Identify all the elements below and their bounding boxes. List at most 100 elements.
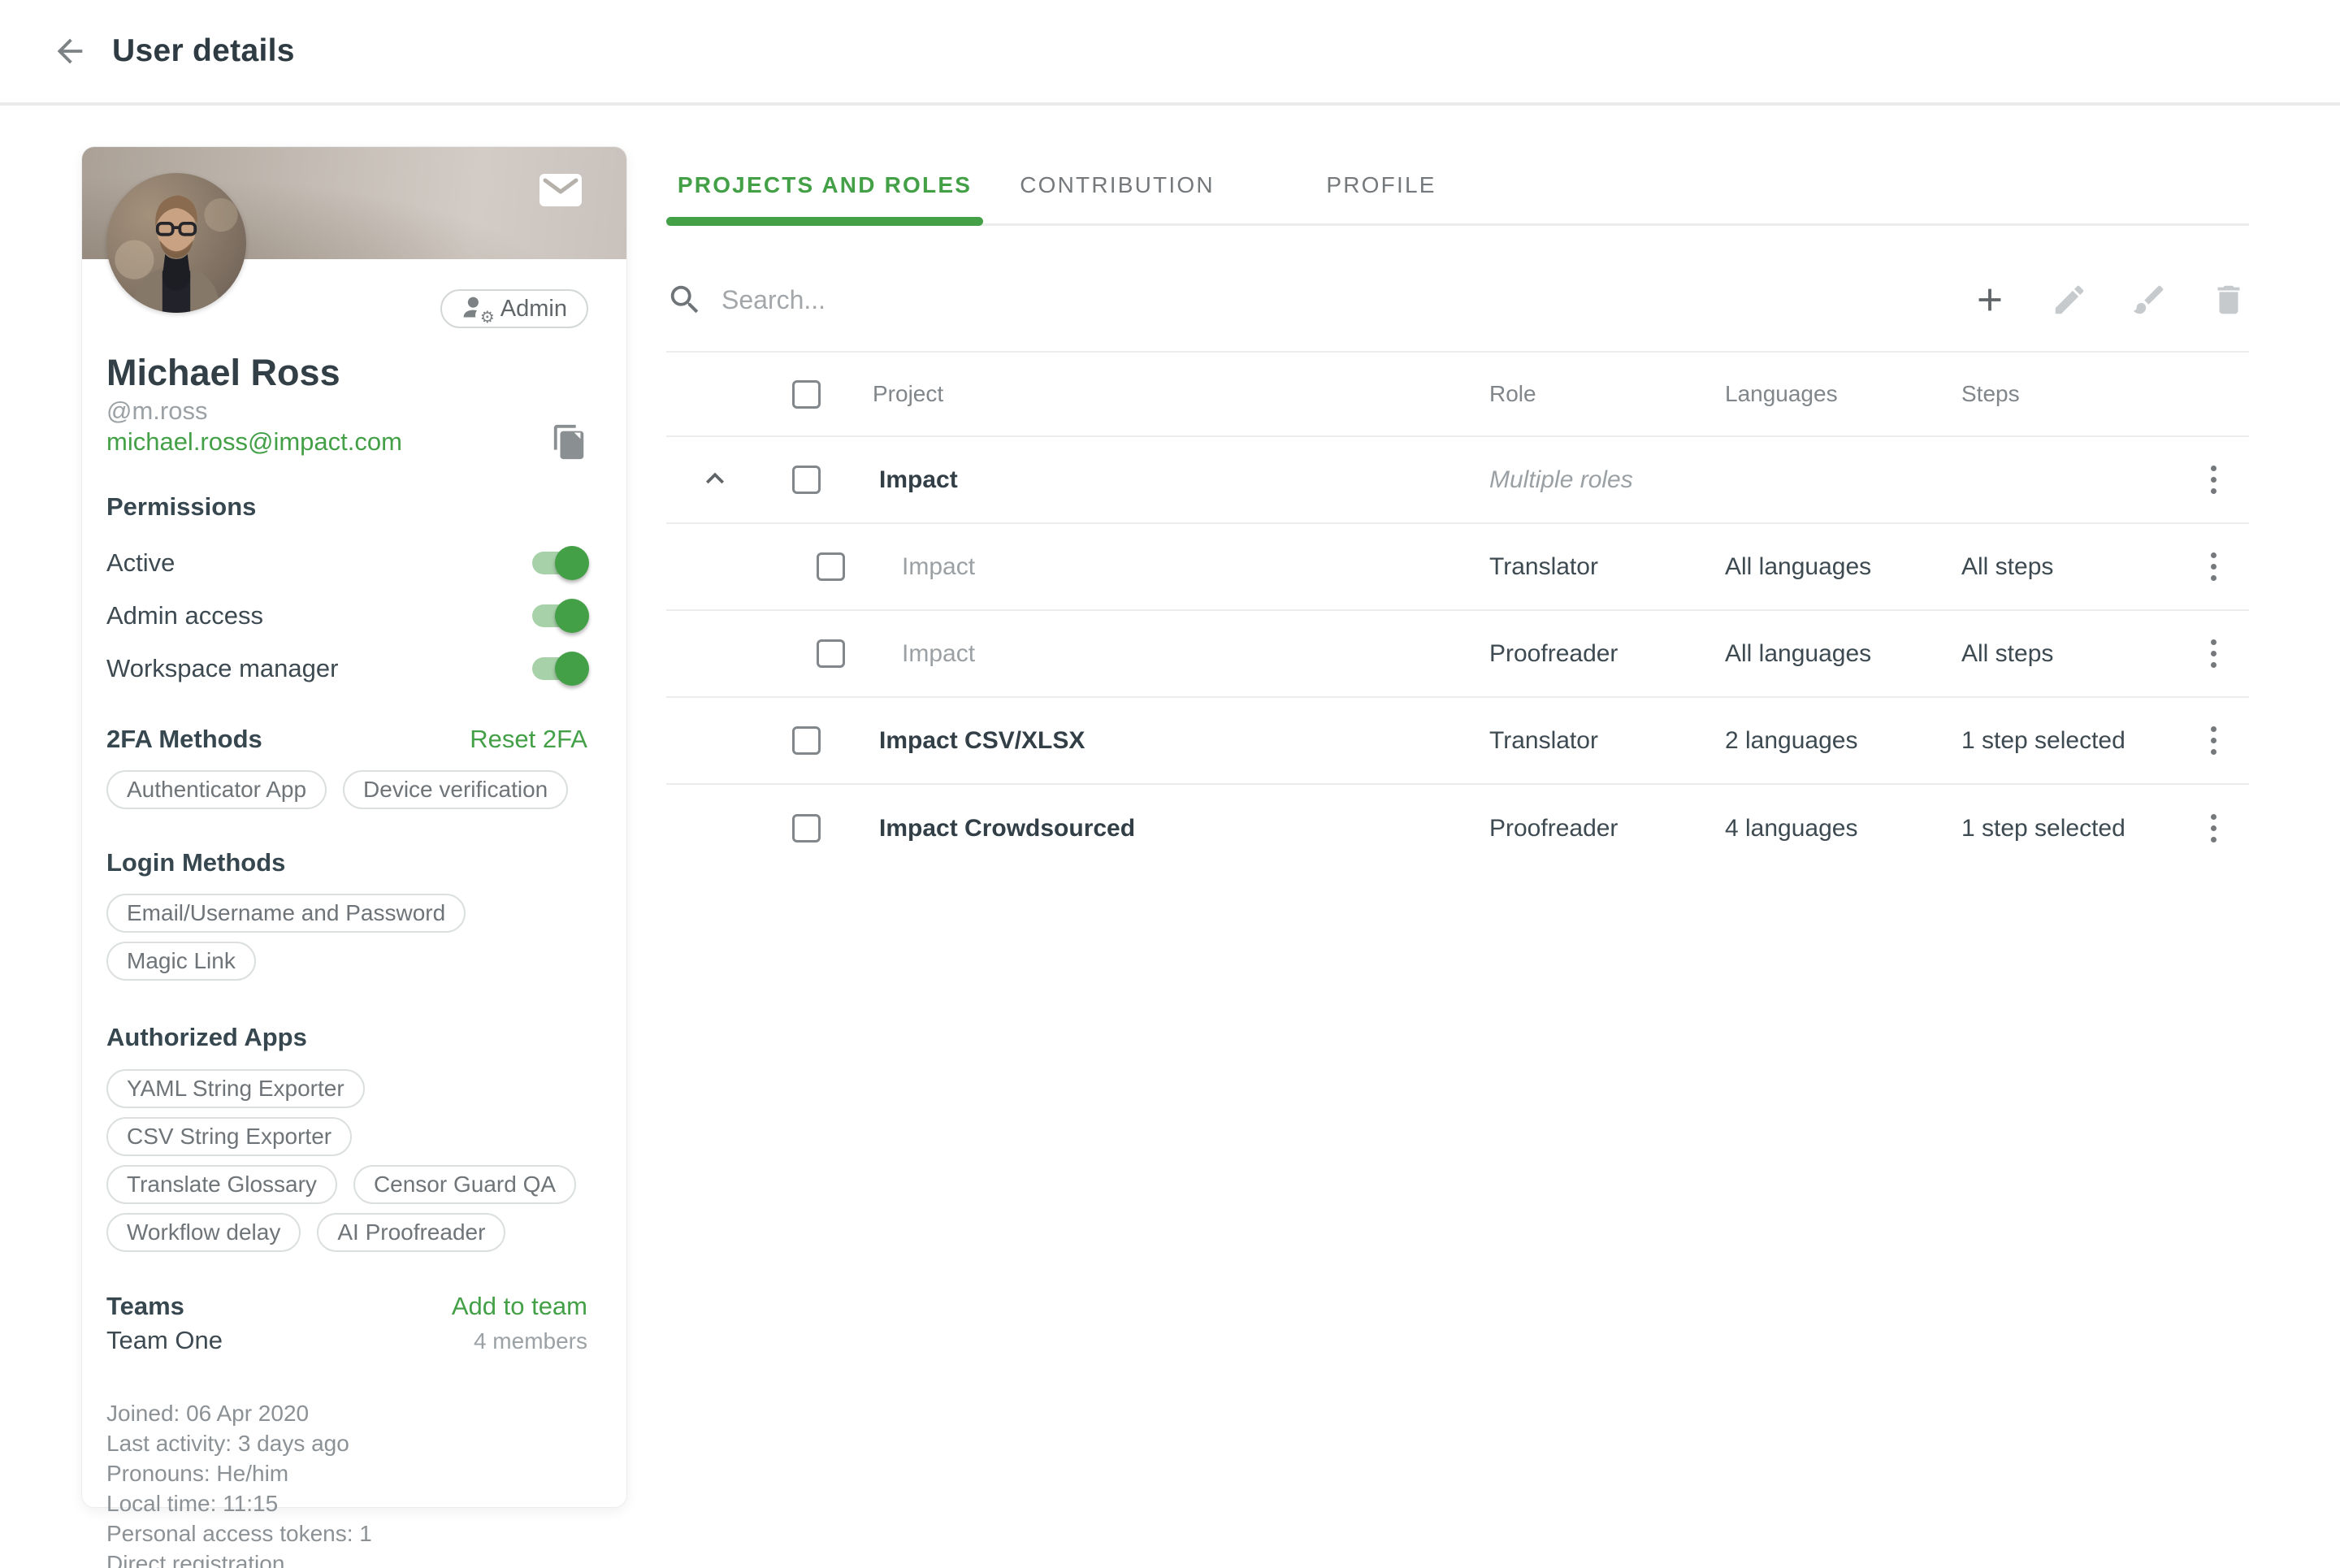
edit-button[interactable] — [2051, 280, 2090, 319]
back-button[interactable] — [47, 28, 93, 74]
user-details-page: User details — [0, 0, 2340, 1568]
cell-role: Multiple roles — [1489, 466, 1725, 494]
arrow-left-icon — [51, 32, 89, 70]
user-username: @m.ross — [106, 396, 587, 426]
row-menu-icon[interactable] — [2204, 633, 2223, 674]
row-menu-icon[interactable] — [2204, 546, 2223, 587]
page-title: User details — [112, 33, 295, 69]
mail-icon[interactable] — [537, 170, 584, 210]
chip-translate-glossary: Translate Glossary — [106, 1165, 337, 1204]
cell-project: Impact CSV/XLSX — [845, 727, 1489, 755]
row-menu-icon[interactable] — [2204, 808, 2223, 849]
table-row-impact-2: ImpactProofreaderAll languagesAll steps — [666, 611, 2249, 698]
table-row-impact-0: ImpactMultiple roles — [666, 437, 2249, 524]
admin-badge-label: Admin — [500, 296, 567, 323]
row-menu-icon[interactable] — [2204, 459, 2223, 500]
cell-steps: 1 step selected — [1961, 815, 2178, 842]
toggle-row-workspace-manager: Workspace manager — [106, 650, 587, 687]
meta-line: Direct registration — [106, 1549, 587, 1568]
table-row-impact-1: ImpactTranslatorAll languagesAll steps — [666, 524, 2249, 611]
cell-steps: 1 step selected — [1961, 727, 2178, 755]
meta-line: Joined: 06 Apr 2020 — [106, 1398, 587, 1428]
chip-email-username-and-password: Email/Username and Password — [106, 894, 466, 933]
toggle-label: Admin access — [106, 601, 263, 630]
toggle-active[interactable] — [532, 552, 586, 574]
chip-magic-link: Magic Link — [106, 942, 256, 981]
teams-title: Teams — [106, 1290, 184, 1323]
row-checkbox[interactable] — [792, 814, 821, 842]
main-panel: PROJECTS AND ROLESCONTRIBUTIONPROFILE — [666, 146, 2249, 872]
cell-role: Proofreader — [1489, 815, 1725, 842]
chip-device-verification: Device verification — [343, 770, 568, 809]
delete-button[interactable] — [2210, 280, 2249, 319]
table-row-impact-crowdsourced-4: Impact CrowdsourcedProofreader4 language… — [666, 785, 2249, 872]
table-toolbar — [666, 270, 2249, 330]
team-name: Team One — [106, 1326, 223, 1355]
cell-steps: All steps — [1961, 640, 2178, 668]
cell-languages: 4 languages — [1725, 815, 1961, 842]
toggle-knob — [555, 652, 589, 686]
meta-line: Local time: 11:15 — [106, 1488, 587, 1518]
meta-line: Personal access tokens: 1 — [106, 1518, 587, 1549]
search-input[interactable] — [722, 285, 1930, 315]
chip-censor-guard-qa: Censor Guard QA — [353, 1165, 576, 1204]
cleanup-button[interactable] — [2130, 280, 2169, 319]
avatar — [106, 173, 246, 313]
user-email-link[interactable]: michael.ross@impact.com — [106, 427, 402, 457]
row-checkbox[interactable] — [817, 639, 845, 668]
login-method-chips: Email/Username and Password Magic Link — [106, 894, 587, 981]
tab-contribution[interactable]: CONTRIBUTION — [983, 146, 1251, 223]
reset-2fa-link[interactable]: Reset 2FA — [470, 725, 587, 754]
projects-table: Project Role Languages Steps ImpactMulti… — [666, 351, 2249, 872]
row-checkbox[interactable] — [792, 466, 821, 494]
collapse-chevron-icon[interactable] — [696, 461, 734, 500]
user-name: Michael Ross — [106, 353, 587, 393]
cell-languages: All languages — [1725, 553, 1961, 581]
toggle-label: Workspace manager — [106, 654, 338, 683]
permissions-toggles: Active Admin access Workspace manager — [106, 544, 587, 687]
teams-list: Team One 4 members — [106, 1326, 587, 1355]
row-checkbox[interactable] — [817, 552, 845, 581]
toggle-admin-access[interactable] — [532, 604, 586, 627]
column-steps: Steps — [1961, 381, 2178, 407]
chip-workflow-delay: Workflow delay — [106, 1213, 301, 1252]
tab-profile[interactable]: PROFILE — [1251, 146, 1511, 223]
cell-languages: All languages — [1725, 640, 1961, 668]
admin-badge: ⚙ Admin — [440, 289, 588, 328]
toggle-label: Active — [106, 548, 175, 578]
search-icon — [666, 281, 704, 318]
authorized-app-chips: YAML String ExporterCSV String ExporterT… — [106, 1069, 587, 1252]
team-row: Team One 4 members — [106, 1326, 587, 1355]
column-project: Project — [845, 381, 1489, 407]
cell-role: Translator — [1489, 553, 1725, 581]
authorized-apps-title: Authorized Apps — [106, 1021, 307, 1054]
permissions-title: Permissions — [106, 491, 587, 523]
add-to-team-link[interactable]: Add to team — [452, 1292, 587, 1321]
team-members-count: 4 members — [474, 1328, 587, 1354]
column-languages: Languages — [1725, 381, 1961, 407]
chip-ai-proofreader: AI Proofreader — [317, 1213, 505, 1252]
cell-role: Translator — [1489, 727, 1725, 755]
cell-role: Proofreader — [1489, 640, 1725, 668]
pencil-icon — [2051, 281, 2088, 318]
toggle-knob — [555, 546, 589, 580]
login-methods-title: Login Methods — [106, 847, 285, 879]
meta-line: Last activity: 3 days ago — [106, 1428, 587, 1458]
plus-icon — [1971, 281, 2008, 318]
cell-steps: All steps — [1961, 553, 2178, 581]
row-checkbox[interactable] — [792, 726, 821, 755]
cell-project: Impact Crowdsourced — [845, 815, 1489, 842]
brush-icon — [2130, 281, 2168, 318]
row-menu-icon[interactable] — [2204, 720, 2223, 761]
select-all-checkbox[interactable] — [792, 380, 821, 409]
tab-projects-and-roles[interactable]: PROJECTS AND ROLES — [666, 146, 983, 223]
twofa-title: 2FA Methods — [106, 723, 262, 756]
add-button[interactable] — [1971, 280, 2010, 319]
column-role: Role — [1489, 381, 1725, 407]
toggle-row-active: Active — [106, 544, 587, 582]
cell-languages: 2 languages — [1725, 727, 1961, 755]
meta-line: Pronouns: He/him — [106, 1458, 587, 1488]
toggle-workspace-manager[interactable] — [532, 657, 586, 680]
user-meta: Joined: 06 Apr 2020Last activity: 3 days… — [106, 1398, 587, 1568]
copy-icon[interactable] — [549, 421, 590, 465]
